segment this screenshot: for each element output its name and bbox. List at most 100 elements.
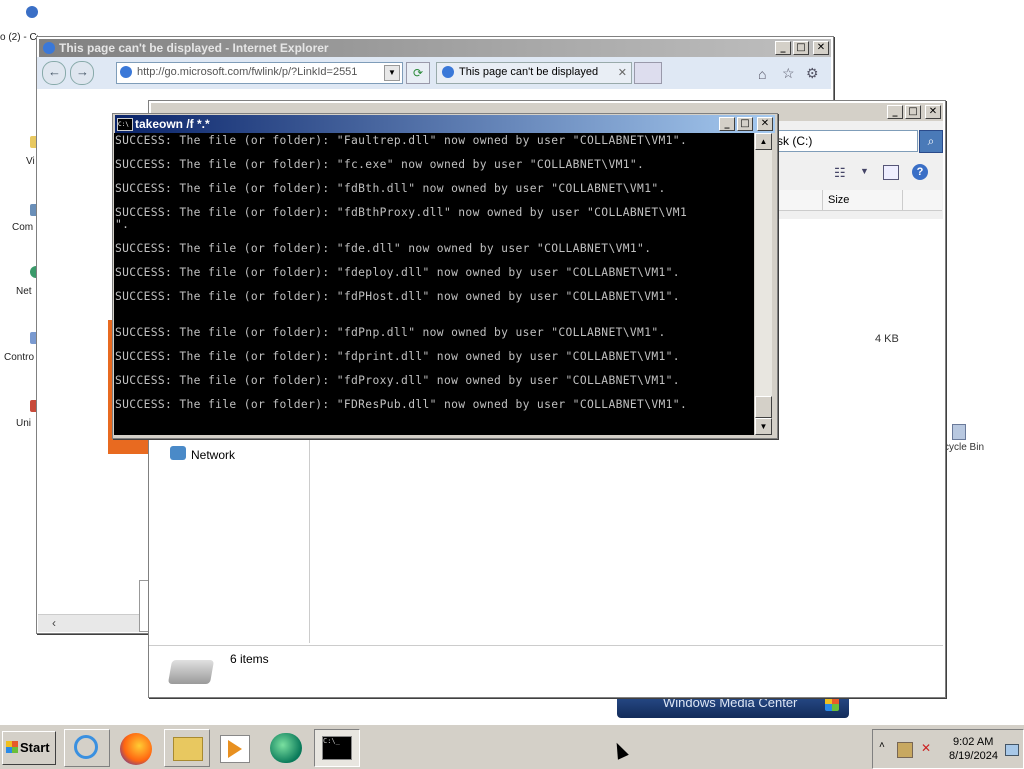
- volume-muted-icon[interactable]: ✕: [921, 741, 931, 755]
- cmd-icon: C:\_: [322, 736, 352, 760]
- ie-logo-icon: [43, 42, 55, 54]
- show-desktop-icon[interactable]: [1005, 744, 1019, 756]
- view-options-icon[interactable]: ☷: [834, 165, 846, 181]
- windows-logo-icon: [6, 741, 18, 753]
- refresh-button[interactable]: ⟳: [406, 62, 430, 84]
- clock-time[interactable]: 9:02 AM: [953, 736, 993, 748]
- explorer-address-text: sk (C:): [777, 134, 813, 148]
- console-line: ".: [115, 218, 130, 231]
- taskbar: Start C:\_ ˄ ✕ 9:02 AM 8/19/2024: [0, 724, 1024, 769]
- forward-arrow-icon: →: [76, 64, 89, 79]
- desktop-icon-label: o (2) - Copy: [0, 32, 38, 43]
- explorer-search-button[interactable]: ⌕: [919, 130, 943, 153]
- console-output[interactable]: SUCCESS: The file (or folder): "Faultrep…: [114, 133, 754, 435]
- help-icon[interactable]: ?: [912, 164, 928, 180]
- ie-tab[interactable]: This page can't be displayed ✕: [436, 62, 632, 84]
- ie-address-bar[interactable]: http://go.microsoft.com/fwlink/p/?LinkId…: [116, 62, 403, 84]
- desktop-icon-folder[interactable]: Vi: [0, 136, 42, 167]
- taskbar-explorer-button[interactable]: [164, 729, 210, 767]
- clock-date[interactable]: 8/19/2024: [949, 750, 998, 762]
- minimize-button[interactable]: _: [775, 41, 791, 55]
- tab-close-icon[interactable]: ✕: [618, 66, 627, 79]
- console-line: SUCCESS: The file (or folder): "fdPnp.dl…: [115, 326, 666, 339]
- console-line: SUCCESS: The file (or folder): "fdBth.dl…: [115, 182, 666, 195]
- console-line: SUCCESS: The file (or folder): "fc.exe" …: [115, 158, 645, 171]
- maximize-button[interactable]: □: [737, 117, 753, 131]
- desktop-icon-network[interactable]: Net: [0, 266, 42, 297]
- start-button[interactable]: Start: [2, 731, 56, 765]
- status-divider: [149, 645, 943, 646]
- play-icon: [228, 740, 242, 758]
- forward-button[interactable]: →: [70, 61, 94, 85]
- ie-window-title: This page can't be displayed - Internet …: [59, 41, 329, 55]
- ie-url-text: http://go.microsoft.com/fwlink/p/?LinkId…: [137, 66, 358, 78]
- console-line: SUCCESS: The file (or folder): "Faultrep…: [115, 134, 688, 147]
- console-scrollbar[interactable]: ▲ ▼: [755, 133, 772, 435]
- minimize-button[interactable]: _: [887, 105, 903, 119]
- minimize-button[interactable]: _: [719, 117, 735, 131]
- explorer-address-bar[interactable]: sk (C:): [760, 130, 918, 152]
- desktop-icon-copy[interactable]: o (2) - Copy: [0, 6, 40, 43]
- close-button[interactable]: ✕: [757, 117, 773, 131]
- ie-shortcut-icon: [26, 6, 38, 18]
- view-dropdown-icon[interactable]: ▼: [860, 166, 869, 176]
- windows-flag-icon: [825, 697, 839, 711]
- home-icon[interactable]: ⌂: [758, 66, 766, 82]
- ie-titlebar[interactable]: This page can't be displayed - Internet …: [39, 39, 831, 57]
- back-button[interactable]: ←: [42, 61, 66, 85]
- address-dropdown-icon[interactable]: ▼: [384, 65, 400, 81]
- ie-horizontal-scrollbar[interactable]: ‹: [38, 614, 148, 632]
- size-column-header[interactable]: Size: [828, 194, 849, 206]
- desktop-icon-computer[interactable]: Com: [0, 204, 42, 234]
- console-titlebar[interactable]: C:\ takeown /f *.* _ □ ✕: [115, 115, 775, 133]
- media-player-icon[interactable]: [220, 735, 250, 763]
- ie-tab-title: This page can't be displayed: [459, 66, 599, 78]
- column-divider: [822, 190, 823, 210]
- favorites-star-icon[interactable]: ☆: [782, 65, 795, 82]
- preview-pane-icon[interactable]: [883, 165, 899, 180]
- desktop-icon-recycle-bin[interactable]: cycle Bin: [944, 424, 1024, 458]
- app-globe-icon[interactable]: [270, 733, 302, 763]
- ie-page-icon: [120, 66, 132, 78]
- console-line: SUCCESS: The file (or folder): "fde.dll"…: [115, 242, 652, 255]
- firefox-icon[interactable]: [120, 733, 152, 765]
- console-line: SUCCESS: The file (or folder): "fdeploy.…: [115, 266, 680, 279]
- cmd-icon: C:\: [117, 118, 133, 131]
- tools-gear-icon[interactable]: ⚙: [806, 65, 819, 82]
- column-divider: [902, 190, 903, 210]
- scroll-up-button[interactable]: ▲: [755, 133, 772, 150]
- tab-page-icon: [442, 66, 454, 78]
- desktop-icon-control-panel[interactable]: Contro: [0, 332, 42, 363]
- desktop-icon-label: cycle Bin: [944, 442, 985, 453]
- folder-icon: [173, 737, 203, 761]
- network-tray-icon[interactable]: [897, 742, 913, 758]
- console-line: SUCCESS: The file (or folder): "fdBthPro…: [115, 206, 688, 219]
- scroll-left-icon: ‹: [52, 616, 56, 630]
- desktop-icon-uninstall[interactable]: Uni: [0, 400, 42, 430]
- search-icon: ⌕: [927, 134, 935, 148]
- scroll-down-button[interactable]: ▼: [755, 418, 772, 435]
- back-arrow-icon: ←: [48, 64, 61, 79]
- taskbar-ie-button[interactable]: [64, 729, 110, 767]
- column-header-row: Size: [776, 190, 942, 211]
- console-line: SUCCESS: The file (or folder): "fdPHost.…: [115, 290, 680, 303]
- file-size-cell: 4 KB: [875, 333, 899, 345]
- scroll-thumb[interactable]: [755, 396, 772, 418]
- taskbar-cmd-button[interactable]: C:\_: [314, 729, 360, 767]
- close-button[interactable]: ✕: [813, 41, 829, 55]
- console-line: SUCCESS: The file (or folder): "fdprint.…: [115, 350, 680, 363]
- internet-explorer-icon: [74, 735, 98, 759]
- show-hidden-icons[interactable]: ˄: [879, 740, 885, 751]
- nav-item-network[interactable]: Network: [191, 448, 235, 462]
- console-line: SUCCESS: The file (or folder): "FDResPub…: [115, 398, 688, 411]
- console-line: SUCCESS: The file (or folder): "fdProxy.…: [115, 374, 680, 387]
- close-button[interactable]: ✕: [925, 105, 941, 119]
- network-icon: [170, 446, 186, 460]
- new-tab-button[interactable]: [634, 62, 662, 84]
- maximize-button[interactable]: □: [905, 105, 921, 119]
- status-item-count: 6 items: [230, 652, 269, 666]
- console-title: takeown /f *.*: [135, 117, 210, 131]
- start-label: Start: [20, 740, 50, 755]
- system-tray: ˄ ✕ 9:02 AM 8/19/2024: [872, 729, 1024, 769]
- maximize-button[interactable]: □: [793, 41, 809, 55]
